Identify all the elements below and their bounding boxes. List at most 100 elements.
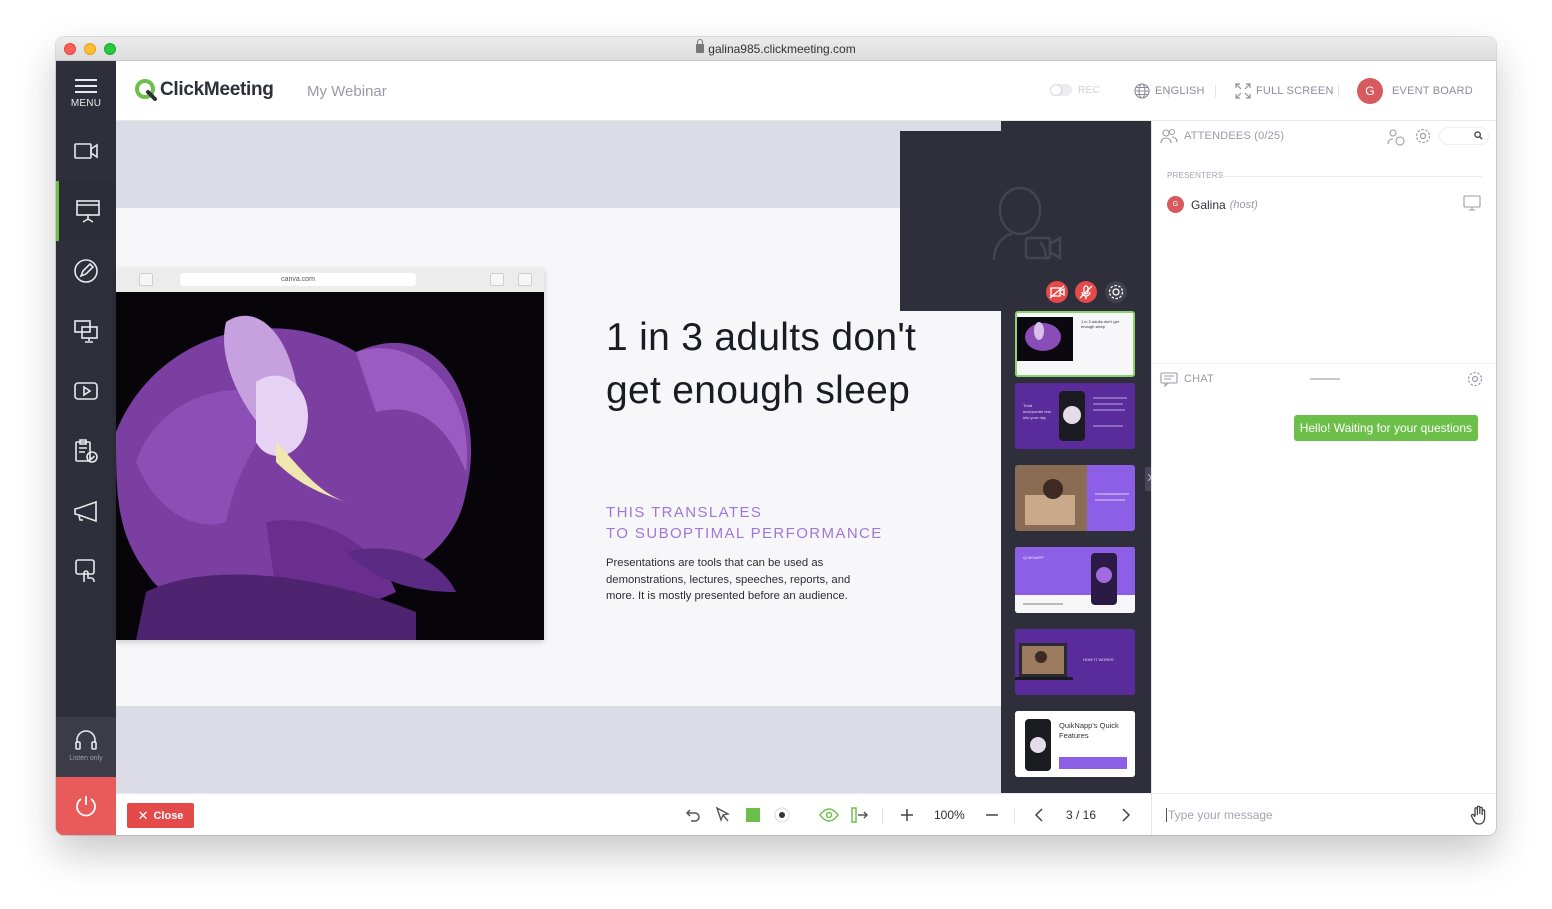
logo-text: ClickMeeting: [160, 79, 274, 100]
eye-icon: [819, 808, 839, 822]
slide-subtitle: THIS TRANSLATES TO SUBOPTIMAL PERFORMANC…: [606, 502, 906, 544]
slide-thumbnail[interactable]: QUIKNAPP: [1015, 547, 1135, 613]
sidebar-item-video[interactable]: [56, 361, 116, 421]
slide-browser-image: canva.com: [116, 268, 544, 640]
event-board-button[interactable]: G EVENT BOARD: [1357, 78, 1473, 104]
sidebar-item-polls[interactable]: [56, 421, 116, 481]
sidebar-item-interactions[interactable]: [56, 541, 116, 601]
slide-title-line2: get enough sleep: [606, 369, 911, 412]
rec-toggle[interactable]: REC: [1050, 84, 1100, 96]
fullscreen-label: FULL SCREEN: [1256, 85, 1334, 97]
previous-slide-button[interactable]: [1030, 805, 1050, 825]
zoom-in-button[interactable]: [897, 805, 917, 825]
plus-icon: [901, 809, 913, 821]
left-sidebar: MENU Listen only: [56, 61, 116, 835]
thumbnail-preview: [1015, 629, 1135, 695]
attendees-search[interactable]: [1440, 128, 1488, 144]
attendees-title: ATTENDEES (0/25): [1184, 130, 1285, 142]
cursor-icon: [715, 806, 731, 823]
sidebar-toggle-icon: [139, 273, 153, 286]
presentation-stage: canva.com 1 in 3 adults don't get enough…: [116, 121, 1001, 793]
add-presenter-icon[interactable]: [1386, 128, 1406, 146]
orchid-flower-image: [116, 292, 544, 640]
user-placeholder-icon: [992, 186, 1062, 261]
sidebar-item-presentation[interactable]: [56, 181, 116, 241]
chat-input[interactable]: Type your message: [1166, 808, 1273, 822]
pointer-tool[interactable]: [713, 805, 733, 825]
current-slide: canva.com 1 in 3 adults don't get enough…: [116, 208, 1001, 706]
headphones-icon: [75, 730, 97, 750]
slide-thumbnail[interactable]: 1 in 3 adults don't get enough sleep: [1015, 311, 1135, 377]
presenter-avatar: G: [1167, 196, 1184, 213]
sidebar-item-screen-sharing[interactable]: [56, 301, 116, 361]
chat-resize-handle[interactable]: [1310, 378, 1340, 380]
presenter-name: Galina: [1191, 197, 1226, 212]
power-icon: [76, 796, 96, 817]
slide-thumbnail[interactable]: Treat incorporate rest into your day: [1015, 383, 1135, 449]
right-panel: ATTENDEES (0/25) PRESENTERS G Galina (ho…: [1151, 121, 1496, 793]
chevron-right-icon: [1122, 808, 1131, 822]
play-video-icon: [74, 382, 98, 400]
lock-icon: [696, 39, 705, 53]
color-swatch-icon: [746, 808, 760, 822]
camera-toggle-button[interactable]: [1046, 281, 1068, 303]
sidebar-item-call-to-action[interactable]: [56, 481, 116, 541]
hamburger-icon: [75, 79, 97, 93]
chat-settings-gear-icon[interactable]: [1466, 370, 1484, 388]
rec-label: REC: [1078, 84, 1101, 96]
address-bar[interactable]: galina985.clickmeeting.com: [56, 39, 1496, 56]
visibility-toggle[interactable]: [819, 805, 839, 825]
webcam-settings-button[interactable]: [1105, 281, 1127, 303]
sidebar-item-webcam[interactable]: [56, 121, 116, 181]
language-selector[interactable]: ENGLISH: [1134, 83, 1205, 99]
touch-hand-icon: [75, 559, 95, 582]
header-divider: [1338, 85, 1339, 97]
next-slide-button[interactable]: [1115, 805, 1135, 825]
undo-button[interactable]: [682, 805, 702, 825]
presenter-role: (host): [1229, 198, 1258, 211]
microphone-off-icon: [1079, 285, 1093, 299]
color-picker[interactable]: [743, 805, 763, 825]
address-url: galina985.clickmeeting.com: [708, 42, 856, 56]
fullscreen-button[interactable]: FULL SCREEN: [1235, 83, 1334, 99]
close-presentation-button[interactable]: ✕ Close: [127, 803, 194, 828]
megaphone-icon: [74, 500, 97, 523]
toggle-switch[interactable]: [1050, 84, 1072, 96]
slide-subtitle-line2: TO SUBOPTIMAL PERFORMANCE: [606, 525, 883, 542]
brush-size-selector[interactable]: [772, 805, 792, 825]
zoom-out-button[interactable]: [982, 805, 1002, 825]
sidebar-item-whiteboard[interactable]: [56, 241, 116, 301]
leave-button[interactable]: [56, 777, 116, 835]
webinar-title[interactable]: My Webinar: [307, 83, 387, 100]
presenter-row[interactable]: G Galina (host): [1167, 196, 1258, 213]
chat-input-bar[interactable]: Type your message: [1151, 793, 1496, 835]
attendees-settings-gear-icon[interactable]: [1414, 127, 1432, 145]
chat-message: Hello! Waiting for your questions: [1293, 415, 1478, 441]
thumbnail-preview: [1015, 465, 1135, 531]
video-camera-icon: [74, 143, 98, 159]
slide-body-text: Presentations are tools that can be used…: [606, 557, 851, 602]
gear-icon: [1108, 284, 1124, 300]
logo-icon: [135, 79, 157, 101]
slide-title: 1 in 3 adults don't get enough sleep: [606, 311, 986, 417]
top-header: ClickMeeting My Webinar REC ENGLISH FULL…: [116, 61, 1496, 121]
listen-only-button[interactable]: Listen only: [56, 717, 116, 777]
listen-only-label: Listen only: [69, 755, 103, 762]
user-avatar[interactable]: G: [1357, 78, 1383, 104]
chat-title: CHAT: [1184, 373, 1214, 385]
event-board-label: EVENT BOARD: [1392, 85, 1473, 97]
microphone-toggle-button[interactable]: [1075, 281, 1097, 303]
slide-thumbnail[interactable]: HOW IT WORKS: [1015, 629, 1135, 695]
slide-subtitle-line1: THIS TRANSLATES: [606, 504, 763, 521]
page-indicator: 3 / 16: [1066, 808, 1097, 822]
raise-hand-icon[interactable]: [1470, 805, 1488, 825]
slide-thumbnail[interactable]: [1015, 465, 1135, 531]
webcam-preview: [900, 131, 1145, 311]
menu-button[interactable]: MENU: [56, 61, 116, 119]
exit-presentation-button[interactable]: [849, 805, 869, 825]
close-label: Close: [153, 809, 184, 822]
thumbnail-caption: QuikNapp's Quick Features: [1059, 721, 1119, 740]
close-icon: ✕: [137, 807, 149, 823]
slide-thumbnail[interactable]: QuikNapp's Quick Features: [1015, 711, 1135, 777]
attendees-icon: [1160, 128, 1178, 144]
